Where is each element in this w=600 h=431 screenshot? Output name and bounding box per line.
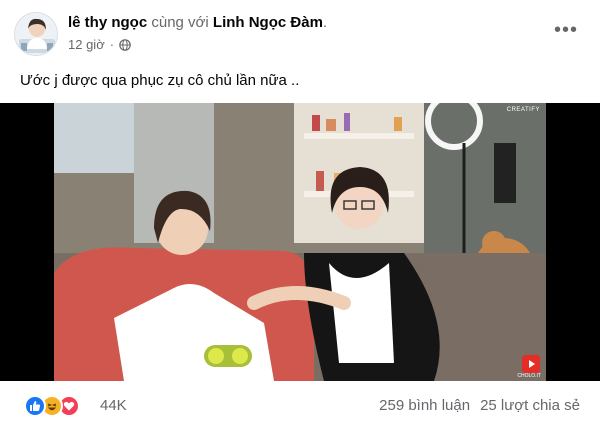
channel-logo-icon bbox=[522, 355, 540, 373]
reaction-count[interactable]: 44K bbox=[100, 397, 127, 414]
dot-separator: · bbox=[109, 37, 115, 52]
comment-count[interactable]: 259 bình luận bbox=[379, 397, 470, 414]
author-line: lê thy ngọc cùng với Linh Ngọc Đàm. bbox=[68, 13, 327, 33]
like-icon bbox=[24, 395, 46, 417]
post-time[interactable]: 12 giờ bbox=[68, 37, 105, 52]
post-meta: lê thy ngọc cùng với Linh Ngọc Đàm. 12 g… bbox=[68, 13, 327, 52]
post-subline: 12 giờ · bbox=[68, 37, 327, 52]
tagged-name[interactable]: Linh Ngọc Đàm bbox=[213, 14, 323, 31]
post-media[interactable]: CREATIFY CHOLO.IT bbox=[0, 103, 600, 381]
globe-icon[interactable] bbox=[119, 38, 131, 51]
post-footer: 44K 259 bình luận 25 lượt chia sẻ bbox=[0, 381, 600, 431]
video-watermark: CREATIFY bbox=[506, 107, 540, 113]
author-avatar[interactable] bbox=[14, 12, 58, 56]
share-count[interactable]: 25 lượt chia sẻ bbox=[480, 397, 580, 414]
author-name[interactable]: lê thy ngọc bbox=[68, 14, 147, 31]
engagement-stats: 259 bình luận 25 lượt chia sẻ bbox=[379, 397, 580, 414]
channel-logo-label: CHOLO.IT bbox=[517, 373, 541, 379]
post-header: lê thy ngọc cùng với Linh Ngọc Đàm. 12 g… bbox=[14, 12, 586, 58]
reaction-icons[interactable] bbox=[24, 395, 80, 417]
video-scene-image bbox=[54, 103, 546, 381]
more-horizontal-icon[interactable]: ••• bbox=[550, 18, 582, 42]
with-text: cùng với bbox=[151, 14, 209, 31]
post-caption: Ước j được qua phục zụ cô chủ lần nữa .. bbox=[20, 72, 300, 89]
period: . bbox=[322, 14, 328, 31]
facebook-post: lê thy ngọc cùng với Linh Ngọc Đàm. 12 g… bbox=[0, 0, 600, 431]
avatar-image bbox=[15, 13, 57, 55]
video-frame[interactable]: CREATIFY CHOLO.IT bbox=[54, 103, 546, 381]
